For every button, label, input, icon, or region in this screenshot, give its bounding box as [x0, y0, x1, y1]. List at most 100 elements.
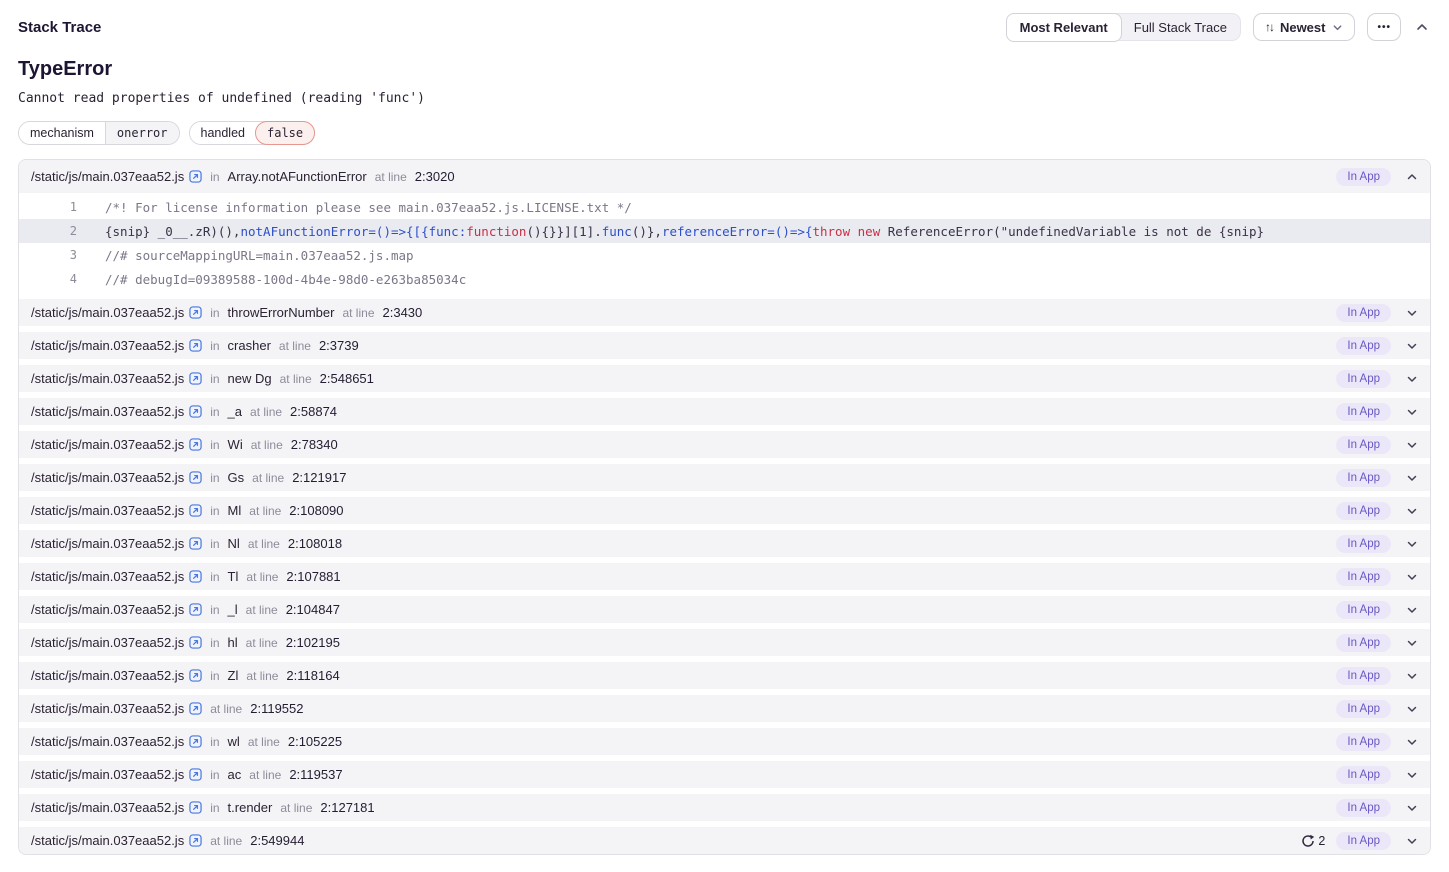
- in-app-badge: In App: [1336, 436, 1391, 454]
- external-link-icon[interactable]: [189, 438, 202, 451]
- in-app-badge: In App: [1336, 168, 1391, 186]
- frame-chevron-icon[interactable]: [1406, 472, 1418, 484]
- frame-chevron-icon[interactable]: [1406, 307, 1418, 319]
- frame-at-line-label: at line: [248, 735, 280, 749]
- frame-at-line-label: at line: [342, 306, 374, 320]
- frame-header-row[interactable]: /static/js/main.037eaa52.js in new Dg at…: [19, 365, 1430, 392]
- external-link-icon[interactable]: [189, 504, 202, 517]
- external-link-icon[interactable]: [189, 834, 202, 847]
- frame-chevron-icon[interactable]: [1406, 670, 1418, 682]
- stack-frame: /static/js/main.037eaa52.js in Nl at lin…: [19, 530, 1430, 557]
- frame-function-name: Ml: [228, 503, 242, 518]
- frame-function-name: Nl: [228, 536, 240, 551]
- external-link-icon[interactable]: [189, 768, 202, 781]
- external-link-icon[interactable]: [189, 306, 202, 319]
- frame-chevron-icon[interactable]: [1406, 769, 1418, 781]
- frame-file-path: /static/js/main.037eaa52.js: [31, 800, 184, 815]
- frame-in-label: in: [210, 339, 219, 353]
- frame-chevron-icon[interactable]: [1406, 373, 1418, 385]
- frame-at-line-label: at line: [375, 170, 407, 184]
- frame-chevron-icon[interactable]: [1406, 604, 1418, 616]
- stack-frame: /static/js/main.037eaa52.js in Array.not…: [19, 160, 1430, 293]
- frame-in-label: in: [210, 768, 219, 782]
- frame-header-row[interactable]: /static/js/main.037eaa52.js in _a at lin…: [19, 398, 1430, 425]
- frame-header-row[interactable]: /static/js/main.037eaa52.js in throwErro…: [19, 299, 1430, 326]
- frame-header-row[interactable]: /static/js/main.037eaa52.js in Nl at lin…: [19, 530, 1430, 557]
- in-app-badge: In App: [1336, 370, 1391, 388]
- stack-frame: /static/js/main.037eaa52.js in crasher a…: [19, 332, 1430, 359]
- stack-frame: /static/js/main.037eaa52.js in Gs at lin…: [19, 464, 1430, 491]
- frame-header-row[interactable]: /static/js/main.037eaa52.js in _l at lin…: [19, 596, 1430, 623]
- stack-frame: /static/js/main.037eaa52.js in Wi at lin…: [19, 431, 1430, 458]
- view-toggle-segment[interactable]: Most Relevant: [1006, 13, 1122, 42]
- frame-chevron-icon[interactable]: [1406, 571, 1418, 583]
- frame-header-row[interactable]: /static/js/main.037eaa52.js in Array.not…: [19, 160, 1430, 193]
- external-link-icon[interactable]: [189, 702, 202, 715]
- code-line-number: 2: [19, 224, 77, 238]
- frame-in-label: in: [210, 438, 219, 452]
- collapse-section-button[interactable]: [1413, 20, 1431, 34]
- frame-chevron-icon[interactable]: [1406, 406, 1418, 418]
- frame-chevron-icon[interactable]: [1406, 703, 1418, 715]
- in-app-badge: In App: [1336, 568, 1391, 586]
- frame-file-path: /static/js/main.037eaa52.js: [31, 833, 184, 848]
- external-link-icon[interactable]: [189, 735, 202, 748]
- frame-chevron-icon[interactable]: [1406, 736, 1418, 748]
- frame-header-row[interactable]: /static/js/main.037eaa52.js in Zl at lin…: [19, 662, 1430, 689]
- frame-header-row[interactable]: /static/js/main.037eaa52.js in Tl at lin…: [19, 563, 1430, 590]
- external-link-icon[interactable]: [189, 603, 202, 616]
- frame-chevron-icon[interactable]: [1406, 802, 1418, 814]
- frame-chevron-icon[interactable]: [1406, 835, 1418, 847]
- frame-line-number: 2:78340: [291, 437, 338, 452]
- frame-line-number: 2:107881: [286, 569, 340, 584]
- external-link-icon[interactable]: [189, 339, 202, 352]
- frame-header-row[interactable]: /static/js/main.037eaa52.js in t.render …: [19, 794, 1430, 821]
- frame-at-line-label: at line: [248, 537, 280, 551]
- in-app-badge: In App: [1336, 700, 1391, 718]
- frame-header-row[interactable]: /static/js/main.037eaa52.js in ac at lin…: [19, 761, 1430, 788]
- tag-list: mechanism onerror handled false: [18, 121, 1431, 145]
- frame-in-label: in: [210, 504, 219, 518]
- frame-header-row[interactable]: /static/js/main.037eaa52.js at line 2:54…: [19, 827, 1430, 854]
- frame-chevron-icon[interactable]: [1406, 505, 1418, 517]
- frame-header-row[interactable]: /static/js/main.037eaa52.js in Gs at lin…: [19, 464, 1430, 491]
- frame-chevron-icon[interactable]: [1406, 171, 1418, 183]
- frame-file-path: /static/js/main.037eaa52.js: [31, 371, 184, 386]
- external-link-icon[interactable]: [189, 372, 202, 385]
- external-link-icon[interactable]: [189, 405, 202, 418]
- frame-file-path: /static/js/main.037eaa52.js: [31, 437, 184, 452]
- external-link-icon[interactable]: [189, 636, 202, 649]
- frame-chevron-icon[interactable]: [1406, 439, 1418, 451]
- frame-header-row[interactable]: /static/js/main.037eaa52.js in hl at lin…: [19, 629, 1430, 656]
- frame-chevron-icon[interactable]: [1406, 538, 1418, 550]
- frame-line-number: 2:548651: [320, 371, 374, 386]
- external-link-icon[interactable]: [189, 537, 202, 550]
- frame-in-label: in: [210, 170, 219, 184]
- sort-button[interactable]: ↑↓ Newest: [1253, 13, 1356, 41]
- more-options-button[interactable]: •••: [1367, 13, 1401, 41]
- frame-chevron-icon[interactable]: [1406, 340, 1418, 352]
- frame-file-path: /static/js/main.037eaa52.js: [31, 701, 184, 716]
- frame-line-number: 2:118164: [286, 668, 339, 683]
- frame-function-name: t.render: [228, 800, 273, 815]
- frame-at-line-label: at line: [250, 405, 282, 419]
- external-link-icon[interactable]: [189, 669, 202, 682]
- frame-header-row[interactable]: /static/js/main.037eaa52.js at line 2:11…: [19, 695, 1430, 722]
- stack-frame: /static/js/main.037eaa52.js in wl at lin…: [19, 728, 1430, 755]
- in-app-badge: In App: [1336, 667, 1391, 685]
- stack-frame: /static/js/main.037eaa52.js in Zl at lin…: [19, 662, 1430, 689]
- frame-file-path: /static/js/main.037eaa52.js: [31, 404, 184, 419]
- frame-chevron-icon[interactable]: [1406, 637, 1418, 649]
- frame-header-row[interactable]: /static/js/main.037eaa52.js in wl at lin…: [19, 728, 1430, 755]
- external-link-icon[interactable]: [189, 170, 202, 183]
- frame-header-row[interactable]: /static/js/main.037eaa52.js in Wi at lin…: [19, 431, 1430, 458]
- external-link-icon[interactable]: [189, 801, 202, 814]
- external-link-icon[interactable]: [189, 471, 202, 484]
- view-toggle-segment[interactable]: Full Stack Trace: [1121, 15, 1240, 40]
- frame-header-row[interactable]: /static/js/main.037eaa52.js in crasher a…: [19, 332, 1430, 359]
- external-link-icon[interactable]: [189, 570, 202, 583]
- frame-repeat-count: 2: [1301, 834, 1325, 848]
- frame-at-line-label: at line: [280, 372, 312, 386]
- frame-header-row[interactable]: /static/js/main.037eaa52.js in Ml at lin…: [19, 497, 1430, 524]
- code-line-content: //# debugId=09389588-100d-4b4e-98d0-e263…: [77, 272, 466, 287]
